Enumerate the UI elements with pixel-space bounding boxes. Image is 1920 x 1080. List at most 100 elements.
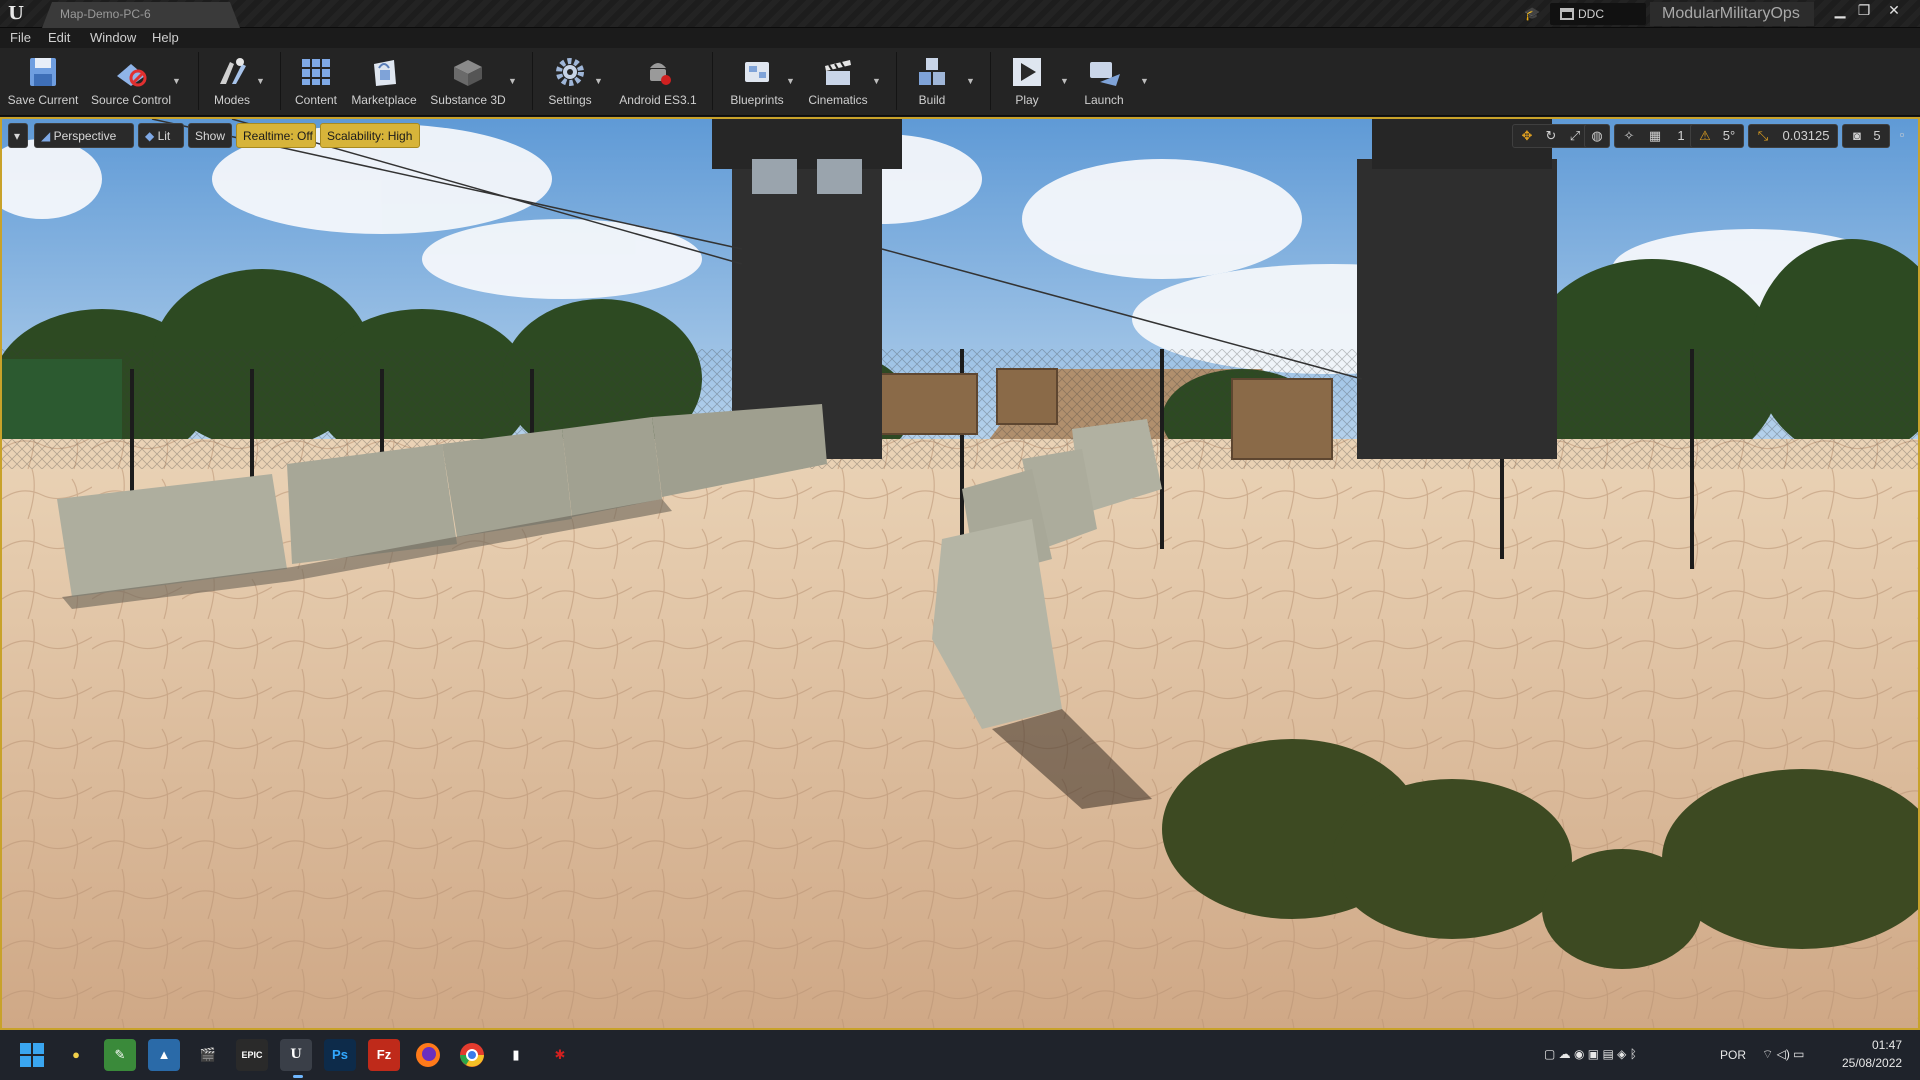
substance-3d-button[interactable]: Substance 3D xyxy=(428,50,508,112)
surface-snap-icon[interactable]: ✧ xyxy=(1617,125,1641,147)
camera-speed-value: 5 xyxy=(1873,128,1881,143)
save-current-label: Save Current xyxy=(7,93,79,107)
source-control-button[interactable]: Source Control xyxy=(88,50,174,112)
start-button[interactable] xyxy=(16,1039,48,1071)
launch-dropdown-icon[interactable]: ▼ xyxy=(1140,76,1150,86)
android-platform-button[interactable]: Android ES3.1 xyxy=(612,50,704,112)
scale-snap-value[interactable]: 0.03125 xyxy=(1775,125,1837,147)
lit-button[interactable]: ◆ Lit xyxy=(138,123,184,148)
active-app-indicator xyxy=(293,1075,303,1078)
modes-dropdown-icon[interactable]: ▼ xyxy=(256,76,266,86)
clock-date[interactable]: 25/08/2022 xyxy=(1842,1056,1902,1070)
marketplace-button[interactable]: Marketplace xyxy=(348,50,420,112)
menu-window[interactable]: Window xyxy=(90,30,136,45)
rotation-snap-value[interactable]: 5° xyxy=(1717,125,1741,147)
source-control-dropdown-icon[interactable]: ▼ xyxy=(172,76,182,86)
build-dropdown-icon[interactable]: ▼ xyxy=(966,76,976,86)
world-local-toggle[interactable]: ◍ xyxy=(1584,124,1610,148)
modes-button[interactable]: Modes xyxy=(206,50,258,112)
tutorial-icon[interactable]: 🎓 xyxy=(1524,6,1540,21)
filezilla-icon: Fz xyxy=(376,1047,392,1062)
restore-icon[interactable]: ❐ xyxy=(1853,2,1875,20)
menu-file[interactable]: File xyxy=(10,30,31,45)
close-icon[interactable]: ✕ xyxy=(1883,2,1905,20)
build-button[interactable]: Build xyxy=(906,50,958,112)
perspective-label: Perspective xyxy=(53,129,117,143)
build-label: Build xyxy=(918,93,946,107)
menu-edit[interactable]: Edit xyxy=(48,30,70,45)
unreal-engine-app[interactable]: U xyxy=(280,1039,312,1071)
level-viewport[interactable]: ▾ ◢ Perspective ◆ Lit Show Realtime: Off… xyxy=(0,117,1920,1030)
globe-icon: ◍ xyxy=(1591,128,1603,143)
play-label: Play xyxy=(1015,93,1039,107)
modes-icon xyxy=(220,58,246,84)
realtime-toggle[interactable]: Realtime: Off xyxy=(236,123,316,148)
ddc-button[interactable]: DDC xyxy=(1550,3,1646,25)
play-button[interactable]: Play xyxy=(1002,50,1052,112)
scalability-button[interactable]: Scalability: High xyxy=(320,123,420,148)
level-tab[interactable]: Map-Demo-PC-6 xyxy=(42,2,240,28)
red-app-icon: ✱ xyxy=(554,1047,566,1062)
chrome-app[interactable] xyxy=(456,1039,488,1071)
substance-dropdown-icon[interactable]: ▼ xyxy=(508,76,518,86)
rotation-snap-icon[interactable]: ⚠ xyxy=(1693,125,1717,147)
source-control-icon xyxy=(117,64,147,87)
photoshop-app[interactable]: Ps xyxy=(324,1039,356,1071)
cinematics-button[interactable]: Cinematics xyxy=(802,50,874,112)
blueprints-button[interactable]: Blueprints xyxy=(722,50,792,112)
firefox-icon xyxy=(416,1043,440,1067)
epic-games-launcher[interactable]: EPIC xyxy=(236,1039,268,1071)
launch-button[interactable]: Launch xyxy=(1076,50,1132,112)
blueprints-dropdown-icon[interactable]: ▼ xyxy=(786,76,796,86)
network-volume-battery-icons[interactable]: ⌔ ◁) ▭ xyxy=(1762,1047,1805,1062)
chrome-icon xyxy=(460,1043,484,1067)
photos-icon: ▲ xyxy=(157,1047,171,1062)
grid-icon[interactable]: ▦ xyxy=(1643,125,1667,147)
windows-taskbar: ● ✎ ▲ 🎬 EPIC U Ps Fz ▮ ✱ ▢ ☁ ◉ ▣ ▤ ◈ ᛒ P… xyxy=(0,1030,1920,1080)
perspective-button[interactable]: ◢ Perspective xyxy=(34,123,134,148)
scalability-label: Scalability: High xyxy=(327,129,413,143)
play-dropdown-icon[interactable]: ▼ xyxy=(1060,76,1070,86)
maximize-viewport-icon[interactable]: ▫ xyxy=(1892,124,1912,146)
play-icon xyxy=(1013,58,1041,86)
show-button[interactable]: Show xyxy=(188,123,232,148)
realtime-label: Realtime: Off xyxy=(243,129,313,143)
cinematics-dropdown-icon[interactable]: ▼ xyxy=(872,76,882,86)
tray-icons[interactable]: ▢ ☁ ◉ ▣ ▤ ◈ ᛒ xyxy=(1544,1047,1637,1061)
title-bar: U Map-Demo-PC-6 🎓 DDC ModularMilitaryOps… xyxy=(0,0,1920,28)
toolbar-separator xyxy=(280,52,281,110)
lit-label: Lit xyxy=(157,129,171,143)
clapper-app[interactable]: 🎬 xyxy=(192,1039,224,1071)
menu-help[interactable]: Help xyxy=(152,30,179,45)
lit-mode-icon: ◆ xyxy=(145,129,155,143)
build-icon xyxy=(919,58,945,85)
unreal-logo-icon: U xyxy=(8,3,24,24)
scene-render[interactable] xyxy=(2,119,1918,1028)
tips-app[interactable]: ● xyxy=(60,1039,92,1071)
language-indicator[interactable]: POR xyxy=(1720,1048,1746,1062)
photos-app[interactable]: ▲ xyxy=(148,1039,180,1071)
cooler-app[interactable]: ▮ xyxy=(500,1039,532,1071)
gear-icon xyxy=(556,58,584,86)
clock-time[interactable]: 01:47 xyxy=(1872,1038,1902,1052)
toolbar-separator xyxy=(990,52,991,110)
content-button[interactable]: Content xyxy=(290,50,342,112)
toolbar-separator xyxy=(198,52,199,110)
scale-snap-icon[interactable]: ⤡ xyxy=(1751,125,1775,147)
rotate-tool-icon[interactable]: ↻ xyxy=(1539,125,1563,147)
red-app[interactable]: ✱ xyxy=(544,1039,576,1071)
viewport-options-button[interactable]: ▾ xyxy=(8,123,28,148)
firefox-app[interactable] xyxy=(412,1039,444,1071)
android-icon xyxy=(650,63,671,85)
notepad-app[interactable]: ✎ xyxy=(104,1039,136,1071)
filezilla-app[interactable]: Fz xyxy=(368,1039,400,1071)
camera-speed-group[interactable]: ◙ 5 xyxy=(1842,124,1890,148)
save-current-button[interactable]: Save Current xyxy=(4,50,82,112)
show-label: Show xyxy=(195,129,226,143)
blueprints-label: Blueprints xyxy=(730,93,784,107)
settings-dropdown-icon[interactable]: ▼ xyxy=(594,76,604,86)
translate-tool-icon[interactable]: ✥ xyxy=(1515,125,1539,147)
level-tab-label: Map-Demo-PC-6 xyxy=(60,7,151,21)
minimize-icon[interactable]: ▁ xyxy=(1829,2,1851,20)
settings-button[interactable]: Settings xyxy=(542,50,598,112)
